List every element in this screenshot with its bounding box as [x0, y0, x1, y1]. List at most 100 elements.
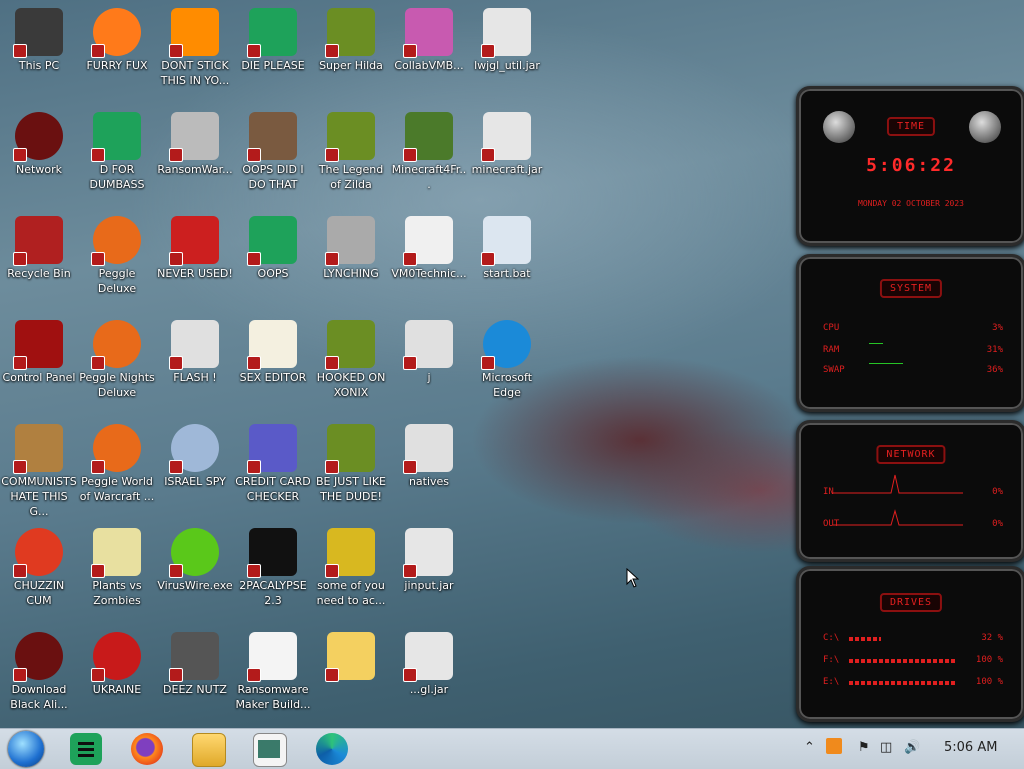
- desktop-icon[interactable]: RansomWar...: [156, 106, 234, 206]
- desktop-icon[interactable]: Control Panel: [0, 314, 78, 414]
- alien-icon-right: [969, 111, 1001, 143]
- desktop-icon[interactable]: CHUZZIN CUM: [0, 522, 78, 622]
- edge-icon: [481, 320, 531, 370]
- app-icon: [91, 112, 141, 162]
- shortcut-badge-icon: [481, 356, 495, 370]
- desktop-icon[interactable]: Network: [0, 106, 78, 206]
- desktop-icon[interactable]: Plants vs Zombies: [78, 522, 156, 622]
- desktop-icon[interactable]: Super Hilda: [312, 2, 390, 102]
- desktop-icon[interactable]: This PC: [0, 2, 78, 102]
- desktop-icon[interactable]: natives: [390, 418, 468, 518]
- desktop-icon[interactable]: Peggle World of Warcraft ...: [78, 418, 156, 518]
- shortcut-badge-icon: [91, 460, 105, 474]
- shortcut-badge-icon: [91, 44, 105, 58]
- desktop-icon[interactable]: Minecraft4Fr...: [390, 106, 468, 206]
- desktop-icon-label: Peggle Nights Deluxe: [79, 371, 155, 399]
- shortcut-badge-icon: [325, 668, 339, 682]
- desktop-icon[interactable]: minecraft.jar: [468, 106, 546, 206]
- credit-card-icon: [247, 424, 297, 474]
- app-icon: [78, 742, 94, 745]
- desktop-icon[interactable]: start.bat: [468, 210, 546, 310]
- game-icon: [325, 424, 375, 474]
- desktop-icon[interactable]: The Legend of Zilda: [312, 106, 390, 206]
- desktop-icon-label: Network: [16, 163, 62, 176]
- desktop-icon[interactable]: Microsoft Edge: [468, 314, 546, 414]
- shortcut-badge-icon: [169, 564, 183, 578]
- shortcut-badge-icon: [13, 356, 27, 370]
- drive-f-value: 100 %: [975, 655, 1003, 665]
- desktop-icon[interactable]: jinput.jar: [390, 522, 468, 622]
- hex-editor-icon: [247, 320, 297, 370]
- shortcut-badge-icon: [91, 148, 105, 162]
- desktop-icon[interactable]: OOPS DID I DO THAT: [234, 106, 312, 206]
- desktop-icon-label: VirusWire.exe: [157, 579, 233, 592]
- shortcut-badge-icon: [247, 44, 261, 58]
- desktop-icon-label: FURRY FUX: [86, 59, 148, 72]
- show-hidden-icons-button[interactable]: ⌃: [804, 740, 815, 755]
- desktop-icon[interactable]: VirusWire.exe: [156, 522, 234, 622]
- desktop-icon[interactable]: OOPS: [234, 210, 312, 310]
- desktop-icon-label: UKRAINE: [92, 683, 142, 696]
- shortcut-badge-icon: [13, 460, 27, 474]
- ram-label: RAM: [823, 345, 840, 355]
- desktop-icon[interactable]: lwjgl_util.jar: [468, 2, 546, 102]
- desktop-icon[interactable]: DIE PLEASE: [234, 2, 312, 102]
- desktop-icon[interactable]: 2PACALYPSE 2.3: [234, 522, 312, 622]
- radiation-icon: [91, 632, 141, 682]
- drives-gadget-title: DRIVES: [879, 593, 943, 612]
- shortcut-badge-icon: [13, 148, 27, 162]
- desktop-icon[interactable]: SEX EDITOR: [234, 314, 312, 414]
- desktop-icon-label: j: [427, 371, 431, 384]
- desktop-icon[interactable]: ISRAEL SPY: [156, 418, 234, 518]
- desktop-icon[interactable]: BE JUST LIKE THE DUDE!: [312, 418, 390, 518]
- taskbar-firefox[interactable]: [131, 733, 163, 765]
- desktop-icon[interactable]: Download Black Ali...: [0, 626, 78, 726]
- desktop-icon[interactable]: Ransomware Maker Build...: [234, 626, 312, 726]
- desktop-icon[interactable]: Recycle Bin: [0, 210, 78, 310]
- lime-icon: [169, 528, 219, 578]
- desktop-icon[interactable]: some of you need to ac...: [312, 522, 390, 622]
- network-tray-icon[interactable]: ◫: [880, 740, 892, 755]
- shortcut-badge-icon: [91, 564, 105, 578]
- desktop-icon[interactable]: CollabVMB...: [390, 2, 468, 102]
- desktop-icon[interactable]: CREDIT CARD CHECKER: [234, 418, 312, 518]
- shortcut-badge-icon: [169, 356, 183, 370]
- desktop-icon[interactable]: DEEZ NUTZ: [156, 626, 234, 726]
- shortcut-badge-icon: [403, 252, 417, 266]
- taskbar-app-green[interactable]: [70, 733, 102, 765]
- shortcut-badge-icon: [169, 252, 183, 266]
- taskbar-window-app[interactable]: [253, 733, 287, 767]
- desktop-icon[interactable]: NEVER USED!: [156, 210, 234, 310]
- ram-graph-line: [869, 343, 883, 344]
- volume-icon[interactable]: 🔊: [904, 740, 920, 755]
- java-jar-icon: [403, 632, 453, 682]
- alien-icon-left: [823, 111, 855, 143]
- taskbar-file-explorer[interactable]: [192, 733, 226, 767]
- start-button[interactable]: [8, 731, 44, 767]
- money-bag-icon: [13, 424, 63, 474]
- desktop-icon[interactable]: FLASH !: [156, 314, 234, 414]
- shortcut-badge-icon: [247, 148, 261, 162]
- desktop-icon[interactable]: Peggle Nights Deluxe: [78, 314, 156, 414]
- shortcut-badge-icon: [325, 44, 339, 58]
- chuzzle-icon: [13, 528, 63, 578]
- desktop-icon[interactable]: DONT STICK THIS IN YO...: [156, 2, 234, 102]
- taskbar-clock[interactable]: 5:06 AM: [944, 740, 997, 755]
- flag-icon[interactable]: ⚑: [858, 740, 870, 755]
- desktop-icon[interactable]: HOOKED ON XONIX: [312, 314, 390, 414]
- desktop-icon[interactable]: LYNCHING: [312, 210, 390, 310]
- desktop-icon[interactable]: Peggle Deluxe: [78, 210, 156, 310]
- desktop-icon[interactable]: [312, 626, 390, 726]
- taskbar-edge[interactable]: [316, 733, 348, 765]
- desktop-icon-label: Download Black Ali...: [10, 683, 68, 711]
- desktop-icon[interactable]: FURRY FUX: [78, 2, 156, 102]
- desktop-icon[interactable]: COMMUNISTS HATE THIS G...: [0, 418, 78, 518]
- desktop-icon-label: DONT STICK THIS IN YO...: [160, 59, 230, 87]
- desktop-icon[interactable]: D FOR DUMBASS: [78, 106, 156, 206]
- desktop-icon[interactable]: VM0Technic...: [390, 210, 468, 310]
- cpu-row: CPU 3%: [823, 323, 1003, 337]
- desktop-icon[interactable]: UKRAINE: [78, 626, 156, 726]
- tray-app-icon[interactable]: [826, 738, 842, 754]
- desktop-icon[interactable]: ...gl.jar: [390, 626, 468, 726]
- desktop-icon[interactable]: j: [390, 314, 468, 414]
